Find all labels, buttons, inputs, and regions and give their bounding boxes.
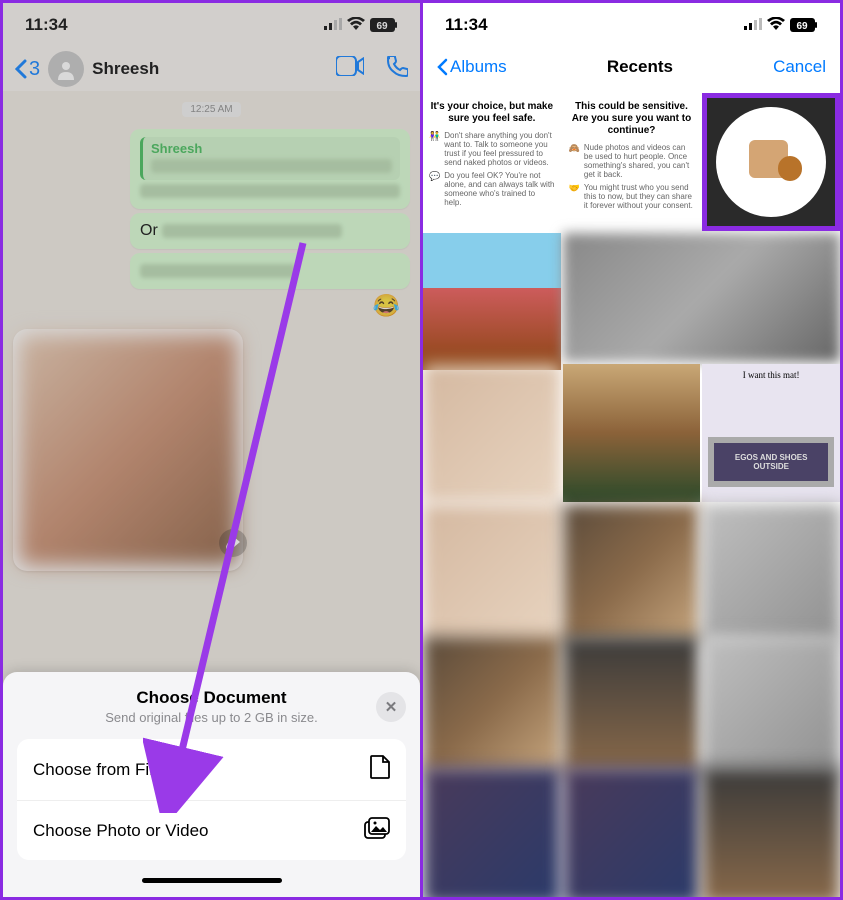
- contact-name[interactable]: Shreesh: [92, 59, 328, 79]
- gallery-icon: [364, 817, 390, 844]
- photo-thumbnail[interactable]: [563, 364, 701, 502]
- photo-thumbnail[interactable]: [423, 233, 561, 371]
- photo-thumbnail[interactable]: [563, 636, 701, 774]
- cancel-button[interactable]: Cancel: [773, 57, 826, 77]
- photo-thumbnail[interactable]: [423, 364, 561, 502]
- reaction-emoji[interactable]: 😂: [13, 293, 400, 319]
- battery-indicator: 69: [370, 18, 398, 32]
- opt-label: Choose from Files: [33, 760, 171, 780]
- status-bar: 11:34 69: [3, 3, 420, 47]
- sheet-options: Choose from Files Choose Photo or Video: [17, 739, 406, 860]
- sheet-title: Choose Document: [17, 688, 406, 708]
- photo-grid[interactable]: It's your choice, but make sure you feel…: [423, 93, 840, 897]
- right-phone-photo-picker: 11:34 69 Albums Recents Cancel It's your…: [423, 3, 840, 897]
- photo-thumbnail-mat[interactable]: I want this mat! EGOS AND SHOES OUTSIDE: [702, 364, 840, 502]
- avatar[interactable]: [48, 51, 84, 87]
- photo-thumbnail[interactable]: [563, 767, 701, 897]
- photo-thumbnail[interactable]: [423, 767, 561, 897]
- picker-header: Albums Recents Cancel: [423, 47, 840, 87]
- svg-text:69: 69: [796, 21, 808, 32]
- video-call-icon[interactable]: [336, 56, 364, 83]
- wifi-icon: [767, 15, 785, 35]
- opt-label: Choose Photo or Video: [33, 821, 208, 841]
- photo-thumbnail[interactable]: [563, 504, 701, 642]
- outgoing-msg-reply[interactable]: Shreesh: [130, 129, 410, 209]
- timestamp-pill: 12:25 AM: [182, 102, 240, 117]
- signal-icon: [744, 15, 762, 35]
- back-count: 3: [29, 58, 40, 81]
- chat-header: 3 Shreesh: [3, 47, 420, 91]
- photo-thumbnail[interactable]: [702, 504, 840, 642]
- forward-icon[interactable]: [219, 529, 247, 557]
- albums-button[interactable]: Albums: [437, 57, 507, 77]
- battery-indicator: 69: [790, 18, 818, 32]
- safety-info-card-2[interactable]: This could be sensitive. Are you sure yo…: [563, 93, 701, 231]
- left-phone-whatsapp-chat: 11:34 69 3 Shreesh 12:25 AM Shreesh: [3, 3, 423, 897]
- choose-photo-video-button[interactable]: Choose Photo or Video: [17, 800, 406, 860]
- photo-thumbnail[interactable]: [702, 636, 840, 774]
- status-bar: 11:34 69: [423, 3, 840, 47]
- choose-from-files-button[interactable]: Choose from Files: [17, 739, 406, 800]
- outgoing-msg-2[interactable]: Or: [130, 213, 410, 249]
- close-icon[interactable]: ✕: [376, 692, 406, 722]
- document-icon: [370, 755, 390, 784]
- signal-icon: [324, 15, 342, 35]
- photo-thumbnail[interactable]: [563, 233, 840, 363]
- svg-text:69: 69: [376, 21, 388, 32]
- reply-context: Shreesh: [140, 137, 400, 180]
- safety-info-card-1[interactable]: It's your choice, but make sure you feel…: [423, 93, 561, 231]
- photo-thumbnail[interactable]: [423, 504, 561, 642]
- outgoing-msg-3[interactable]: [130, 253, 410, 289]
- photo-thumbnail[interactable]: [702, 767, 840, 897]
- photo-thumbnail[interactable]: [423, 636, 561, 774]
- status-time: 11:34: [445, 15, 488, 35]
- document-sheet: Choose Document Send original files up t…: [3, 672, 420, 897]
- wifi-icon: [347, 15, 365, 35]
- picker-title: Recents: [607, 57, 673, 77]
- home-indicator[interactable]: [142, 878, 282, 883]
- image-message[interactable]: [13, 329, 243, 571]
- sheet-subtitle: Send original files up to 2 GB in size.: [17, 710, 406, 725]
- voice-call-icon[interactable]: [386, 56, 408, 83]
- back-button[interactable]: 3: [15, 58, 40, 81]
- photo-thumbnail-selected[interactable]: [702, 93, 840, 231]
- status-time: 11:34: [25, 15, 68, 35]
